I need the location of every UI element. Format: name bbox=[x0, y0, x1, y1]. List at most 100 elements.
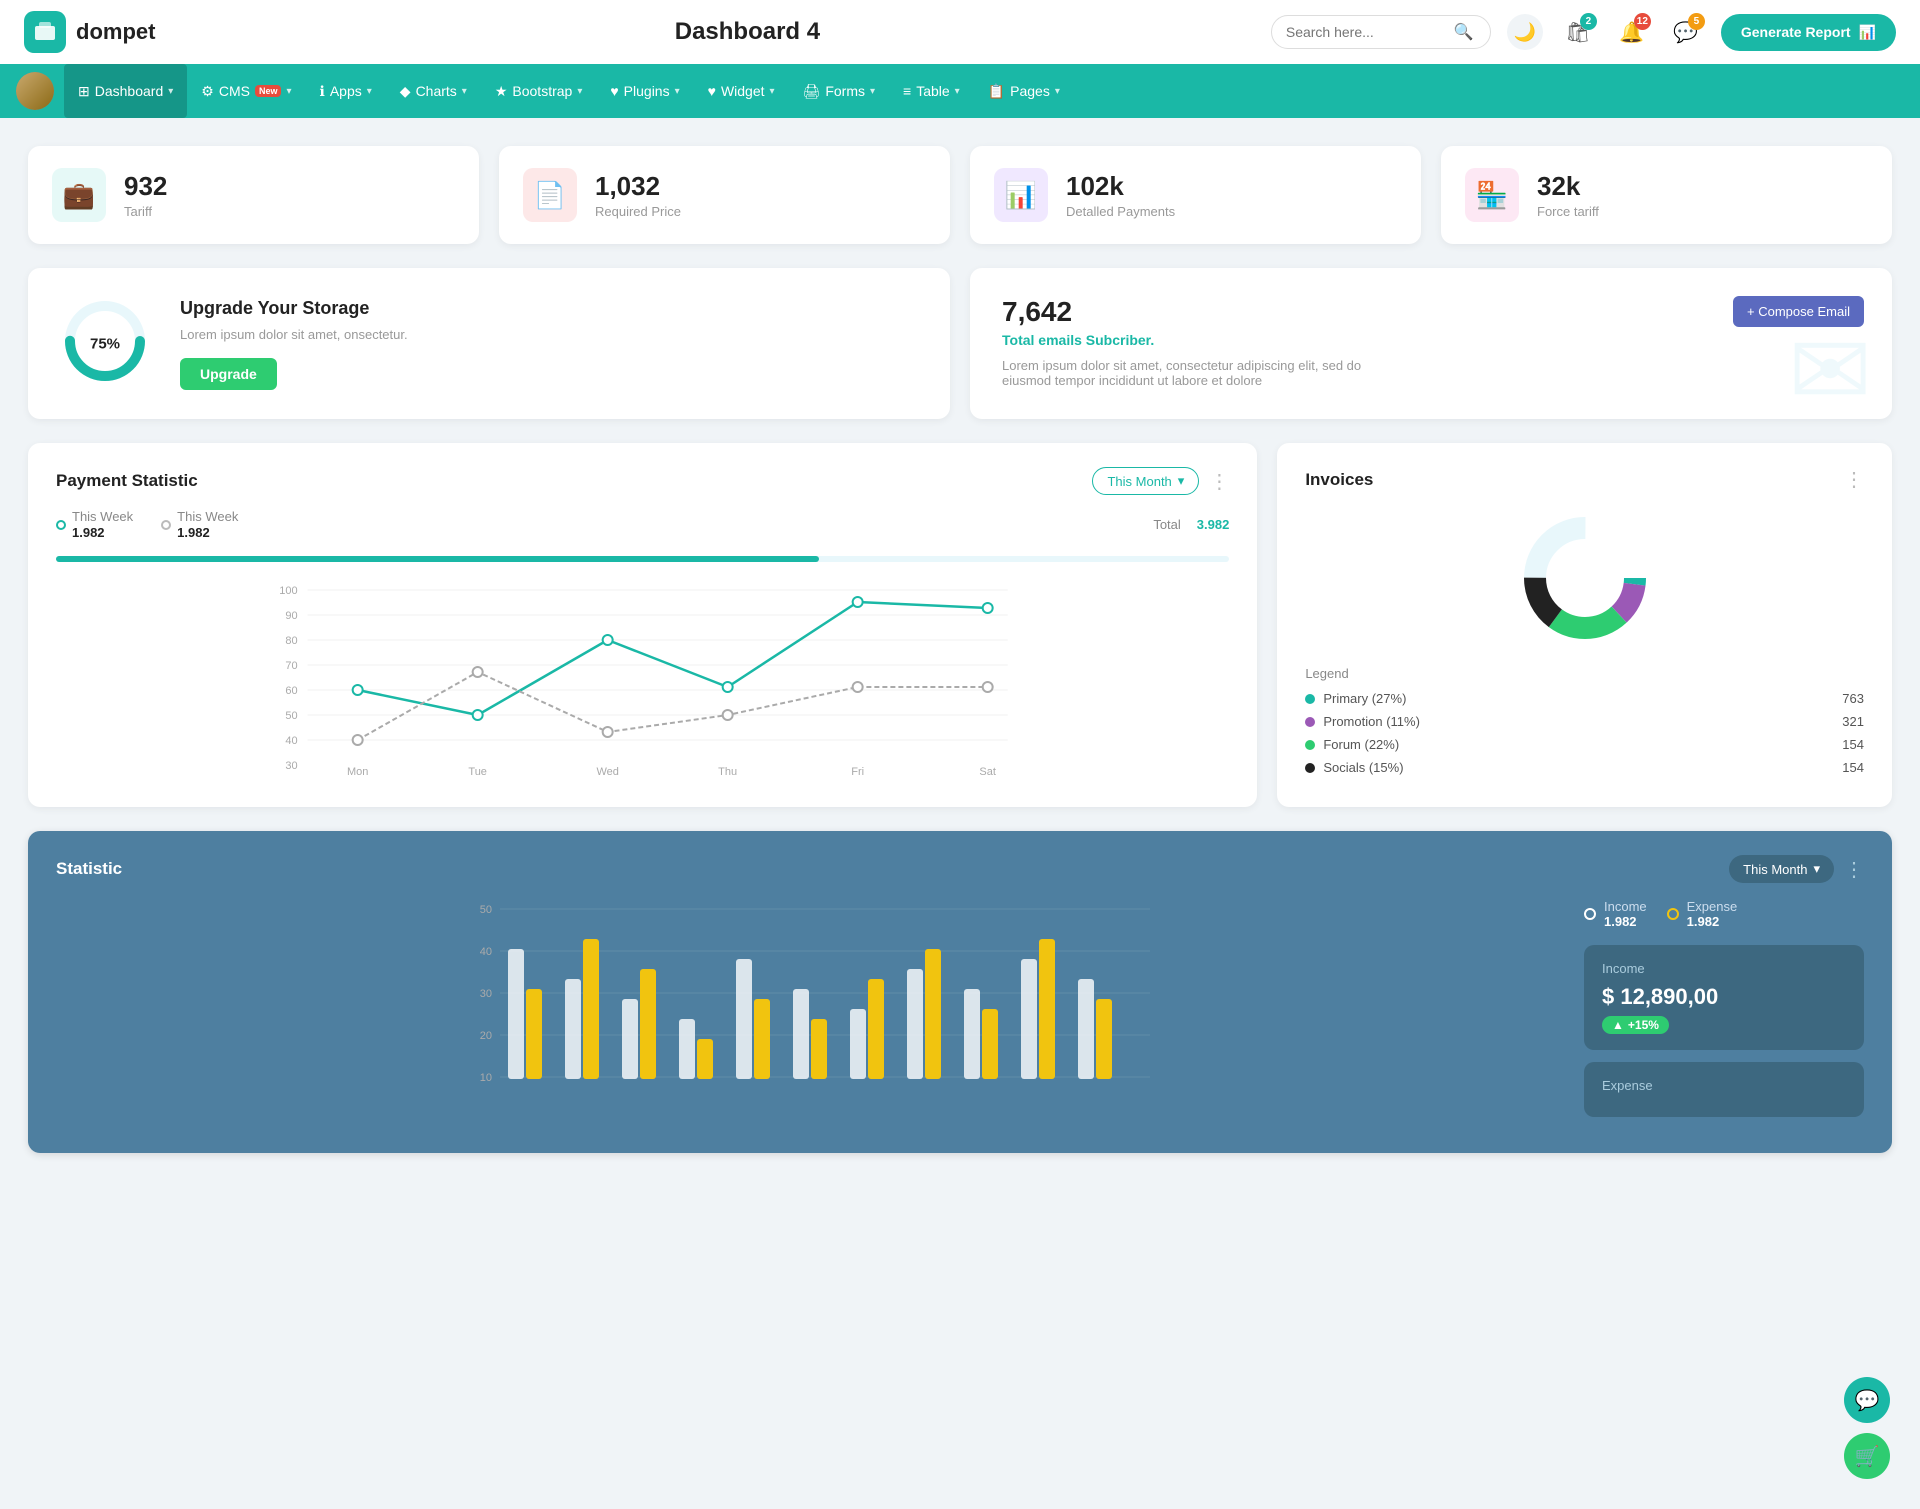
fab-settings-button[interactable]: 🛒 bbox=[1844, 1433, 1890, 1479]
chat-badge: 5 bbox=[1688, 13, 1705, 30]
fab-chat-button[interactable]: 💬 bbox=[1844, 1377, 1890, 1423]
nav-item-forms[interactable]: 🖨 Forms ▾ bbox=[789, 64, 889, 118]
logo-text: dompet bbox=[76, 19, 155, 45]
nav-item-plugins[interactable]: ♥ Plugins ▾ bbox=[596, 64, 693, 118]
svg-text:90: 90 bbox=[285, 610, 297, 622]
nav-label-widget: Widget bbox=[721, 83, 765, 99]
progress-bar bbox=[56, 556, 1229, 562]
chevron-down-icon: ▾ bbox=[462, 86, 467, 97]
dashboard-icon: ⊞ bbox=[78, 83, 90, 100]
email-sub: Total emails Subcriber. bbox=[1002, 332, 1860, 348]
pages-icon: 📋 bbox=[988, 83, 1005, 100]
line-chart-area: 100 90 80 70 60 50 40 30 Mon Tue Wed Thu… bbox=[56, 580, 1229, 780]
tariff-label: Tariff bbox=[124, 204, 167, 219]
primary-dot bbox=[1305, 694, 1315, 704]
total-area: Total 3.982 bbox=[1153, 517, 1229, 532]
chevron-down-icon: ▾ bbox=[168, 86, 173, 97]
chat-button[interactable]: 💬 5 bbox=[1667, 13, 1705, 51]
income-box-value: $ 12,890,00 bbox=[1602, 984, 1846, 1010]
nav-label-plugins: Plugins bbox=[624, 83, 670, 99]
search-box[interactable]: 🔍 bbox=[1271, 15, 1491, 49]
statistic-month-label: This Month bbox=[1743, 862, 1807, 877]
legend-dot-teal bbox=[56, 520, 66, 530]
legend-item-2: This Week 1.982 bbox=[161, 509, 238, 540]
nav-item-widget[interactable]: ♥ Widget ▾ bbox=[694, 64, 789, 118]
widget-icon: ♥ bbox=[708, 83, 716, 99]
nav-item-table[interactable]: ≡ Table ▾ bbox=[889, 64, 974, 118]
chevron-down-icon: ▾ bbox=[577, 86, 582, 97]
invoices-legend: Legend Primary (27%) 763 Promotion (11%)… bbox=[1305, 666, 1864, 775]
socials-dot bbox=[1305, 763, 1315, 773]
force-tariff-icon: 🏪 bbox=[1465, 168, 1519, 222]
income-legend-val: 1.982 bbox=[1604, 914, 1647, 929]
list-item: Socials (15%) 154 bbox=[1305, 760, 1864, 775]
svg-text:80: 80 bbox=[285, 635, 297, 647]
invoices-donut-chart bbox=[1515, 508, 1655, 648]
stat-card-info: 32k Force tariff bbox=[1537, 171, 1599, 219]
nav-item-pages[interactable]: 📋 Pages ▾ bbox=[974, 64, 1074, 118]
forum-dot bbox=[1305, 740, 1315, 750]
this-month-label: This Month bbox=[1107, 474, 1171, 489]
nav-item-apps[interactable]: ℹ Apps ▾ bbox=[306, 64, 386, 118]
list-item: Primary (27%) 763 bbox=[1305, 691, 1864, 706]
chevron-down-icon: ▾ bbox=[955, 86, 960, 97]
more-options-button[interactable]: ⋮ bbox=[1209, 469, 1229, 494]
svg-text:Mon: Mon bbox=[347, 766, 368, 778]
income-legend: Income 1.982 bbox=[1584, 899, 1647, 929]
stat-card-force-tariff: 🏪 32k Force tariff bbox=[1441, 146, 1892, 244]
storage-info: Upgrade Your Storage Lorem ipsum dolor s… bbox=[180, 298, 408, 390]
invoices-more-button[interactable]: ⋮ bbox=[1844, 467, 1864, 492]
svg-text:50: 50 bbox=[285, 710, 297, 722]
chevron-down-icon: ▾ bbox=[675, 86, 680, 97]
statistic-more-button[interactable]: ⋮ bbox=[1844, 857, 1864, 882]
nav-label-dashboard: Dashboard bbox=[95, 83, 164, 99]
new-badge: New bbox=[255, 85, 282, 97]
svg-text:Tue: Tue bbox=[468, 766, 487, 778]
primary-value: 763 bbox=[1842, 691, 1864, 706]
nav-item-bootstrap[interactable]: ★ Bootstrap ▾ bbox=[481, 64, 597, 118]
email-description: Lorem ipsum dolor sit amet, consectetur … bbox=[1002, 358, 1382, 388]
nav-label-charts: Charts bbox=[416, 83, 457, 99]
generate-report-button[interactable]: Generate Report 📊 bbox=[1721, 14, 1896, 51]
storage-description: Lorem ipsum dolor sit amet, onsectetur. bbox=[180, 327, 408, 342]
bell-badge: 12 bbox=[1634, 13, 1651, 30]
theme-toggle[interactable]: 🌙 bbox=[1507, 14, 1543, 50]
svg-text:20: 20 bbox=[480, 1030, 492, 1042]
legend-dot-gray bbox=[161, 520, 171, 530]
nav-label-forms: Forms bbox=[825, 83, 865, 99]
promotion-dot bbox=[1305, 717, 1315, 727]
stat-legend-row: Income 1.982 Expense 1.982 bbox=[1584, 899, 1864, 929]
nav-item-dashboard[interactable]: ⊞ Dashboard ▾ bbox=[64, 64, 187, 118]
statistic-header: Statistic This Month ▾ ⋮ bbox=[56, 855, 1864, 883]
expense-box: Expense bbox=[1584, 1062, 1864, 1117]
email-value: 7,642 bbox=[1002, 296, 1860, 328]
expense-legend-label: Expense bbox=[1687, 899, 1738, 914]
bootstrap-icon: ★ bbox=[495, 83, 508, 100]
nav-item-charts[interactable]: ◆ Charts ▾ bbox=[386, 64, 481, 118]
statistic-side-panel: Income 1.982 Expense 1.982 Income bbox=[1584, 899, 1864, 1129]
nav-label-cms: CMS bbox=[219, 83, 250, 99]
middle-row: 75% Upgrade Your Storage Lorem ipsum dol… bbox=[28, 268, 1892, 419]
progress-fill bbox=[56, 556, 819, 562]
cart-button[interactable]: 🛍 2 bbox=[1559, 13, 1597, 51]
statistic-month-button[interactable]: This Month ▾ bbox=[1729, 855, 1834, 883]
header-right: 🔍 🌙 🛍 2 🔔 12 💬 5 Generate Report 📊 bbox=[1271, 13, 1896, 51]
payments-value: 102k bbox=[1066, 171, 1175, 202]
expense-legend-dot bbox=[1667, 908, 1679, 920]
payment-controls: This Month ▾ ⋮ bbox=[1092, 467, 1229, 495]
this-month-button[interactable]: This Month ▾ bbox=[1092, 467, 1199, 495]
svg-text:40: 40 bbox=[480, 946, 492, 958]
notification-bell[interactable]: 🔔 12 bbox=[1613, 13, 1651, 51]
promotion-label: Promotion (11%) bbox=[1323, 714, 1420, 729]
nav-label-bootstrap: Bootstrap bbox=[512, 83, 572, 99]
promotion-value: 321 bbox=[1842, 714, 1864, 729]
upgrade-button[interactable]: Upgrade bbox=[180, 358, 277, 390]
invoices-title: Invoices bbox=[1305, 470, 1373, 490]
generate-report-label: Generate Report bbox=[1741, 24, 1851, 40]
forum-value: 154 bbox=[1842, 737, 1864, 752]
search-input[interactable] bbox=[1286, 24, 1446, 40]
invoices-donut-wrapper bbox=[1305, 508, 1864, 648]
force-tariff-value: 32k bbox=[1537, 171, 1599, 202]
nav-item-cms[interactable]: ⚙ CMS New ▾ bbox=[187, 64, 305, 118]
chart-legend: This Week 1.982 This Week 1.982 Total 3.… bbox=[56, 509, 1229, 540]
